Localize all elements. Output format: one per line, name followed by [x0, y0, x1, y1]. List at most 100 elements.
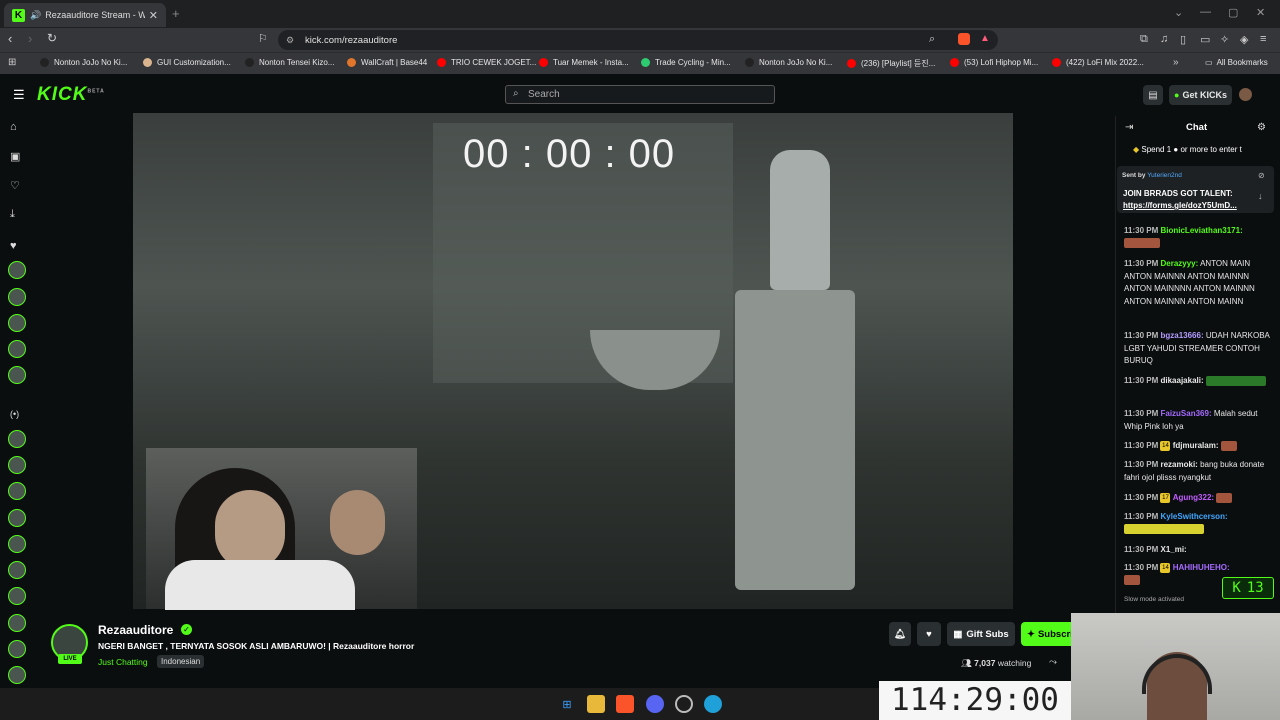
recommended-channel-avatar[interactable] — [8, 561, 26, 579]
tab-search-icon[interactable]: ⌄ — [1174, 6, 1183, 19]
site-info-icon[interactable]: ⚙ — [286, 35, 294, 46]
more-bookmarks-icon[interactable]: » — [1173, 57, 1179, 68]
chat-message[interactable]: 11:30 PM bgza13666: UDAH NARKOBA LGBT YA… — [1124, 330, 1270, 368]
kicks-coin-icon: ● — [1174, 90, 1180, 100]
apps-grid-icon[interactable]: ⊞ — [8, 57, 16, 68]
close-tab-icon[interactable]: ✕ — [149, 9, 158, 22]
following-icon[interactable]: ♡ — [10, 179, 20, 192]
all-bookmarks-folder[interactable]: ▭ All Bookmarks — [1205, 58, 1268, 67]
bookmark-page-icon[interactable]: ⚐ — [258, 32, 268, 45]
get-kicks-button[interactable]: ● Get KICKs — [1169, 85, 1232, 105]
emote-icon — [1216, 492, 1233, 503]
followed-channel-avatar[interactable] — [8, 288, 26, 306]
back-icon[interactable]: ‹ — [8, 31, 12, 46]
followed-channel-avatar[interactable] — [8, 261, 26, 279]
maximize-icon[interactable]: ▢ — [1228, 6, 1238, 19]
brave-browser-icon[interactable] — [616, 695, 634, 713]
language-tag[interactable]: Indonesian — [157, 655, 205, 668]
kick-counter-widget: K 13 — [1222, 577, 1274, 599]
hamburger-menu-icon[interactable]: ☰ — [13, 87, 25, 103]
channel-name[interactable]: Rezaauditore — [98, 623, 173, 637]
wallet-icon[interactable]: ▭ — [1200, 33, 1210, 46]
subathon-timer: 114:29:00 — [879, 681, 1071, 720]
edge-icon[interactable] — [704, 695, 722, 713]
followed-channel-avatar[interactable] — [8, 366, 26, 384]
emote-icon — [1124, 238, 1160, 249]
gift-subs-button[interactable]: ▦ Gift Subs — [947, 622, 1015, 646]
windows-start-icon[interactable]: ⊞ — [558, 695, 576, 713]
collapse-chat-icon[interactable]: ⇥ — [1125, 122, 1133, 133]
unpin-icon[interactable]: ⊘ — [1258, 171, 1265, 180]
chat-message[interactable]: 11:30 PM 17 Agung322: — [1124, 492, 1270, 505]
chat-message[interactable]: 11:30 PM FaizuSan369: Malah sedut Whip P… — [1124, 408, 1270, 433]
chat-message[interactable]: 11:30 PM 14 fdjmuralam: — [1124, 440, 1270, 453]
bookmark-item[interactable]: Trade Cycling - Min... — [641, 58, 731, 67]
follow-button[interactable]: ♥ — [917, 622, 941, 646]
chat-message[interactable]: 11:30 PM KyleSwithcerson: — [1124, 511, 1270, 536]
expand-pinned-icon[interactable]: ↓ — [1258, 191, 1263, 201]
recommended-channel-avatar[interactable] — [8, 535, 26, 553]
bookmark-item[interactable]: (422) LoFi Mix 2022... — [1052, 58, 1144, 67]
new-tab-button[interactable]: + — [172, 6, 180, 21]
recommended-channel-avatar[interactable] — [8, 456, 26, 474]
recommended-channel-avatar[interactable] — [8, 640, 26, 658]
recommended-channel-avatar[interactable] — [8, 509, 26, 527]
menu-icon[interactable]: ≡ — [1260, 33, 1266, 45]
emote-icon — [1220, 440, 1237, 451]
chat-message[interactable]: 11:30 PM rezamoki: bang buka donate fahr… — [1124, 459, 1270, 484]
minimize-icon[interactable]: — — [1200, 6, 1211, 18]
bookmark-item[interactable]: Nonton JoJo No Ki... — [40, 58, 127, 67]
brave-shield-icon[interactable] — [958, 33, 970, 45]
bookmark-item[interactable]: (236) [Playlist] 듣진... — [847, 58, 935, 69]
theater-mode-icon[interactable]: ▤ — [1143, 85, 1163, 105]
followed-channel-avatar[interactable] — [8, 340, 26, 358]
recommended-channel-avatar[interactable] — [8, 482, 26, 500]
vpn-icon[interactable]: ◈ — [1240, 33, 1248, 46]
user-avatar[interactable] — [1239, 88, 1252, 101]
chat-message[interactable]: 11:30 PM X1_mi: — [1124, 544, 1270, 557]
facecam-person-shirt — [165, 560, 355, 610]
chat-message[interactable]: 11:30 PM BionicLeviathan3171: — [1124, 225, 1270, 250]
home-icon[interactable]: ⌂ — [10, 121, 17, 133]
chat-message[interactable]: 11:30 PM dikaajakali: — [1124, 375, 1270, 388]
browser-tab[interactable]: K 🔊 Rezaauditore Stream - Watch ✕ — [4, 3, 166, 27]
bookmark-item[interactable]: Nonton JoJo No Ki... — [745, 58, 832, 67]
zoom-icon[interactable]: ⌕ — [929, 33, 935, 46]
reload-icon[interactable]: ↻ — [47, 31, 57, 45]
brave-rewards-icon[interactable]: ▲ — [980, 33, 990, 44]
chat-message[interactable]: 11:30 PM Derazyyy: ANTON MAIN ANTON MAIN… — [1124, 258, 1270, 308]
share-icon[interactable]: ⤳ — [1049, 657, 1057, 668]
bookmark-item[interactable]: Tuar Memek - Insta... — [539, 58, 629, 67]
url-text[interactable]: kick.com/rezaauditore — [305, 35, 397, 46]
browse-icon[interactable]: ▣ — [10, 150, 20, 163]
recommended-channel-avatar[interactable] — [8, 587, 26, 605]
bookmark-item[interactable]: (53) Lofi Hiphop Mi... — [950, 58, 1038, 67]
extensions-icon[interactable]: ⧉ — [1140, 33, 1148, 46]
kick-logo[interactable]: KICKBETA — [37, 84, 105, 106]
bookmark-item[interactable]: TRIO CEWEK JOGET... — [437, 58, 536, 67]
file-explorer-icon[interactable] — [587, 695, 605, 713]
recommended-channel-avatar[interactable] — [8, 666, 26, 684]
followed-channel-avatar[interactable] — [8, 314, 26, 332]
media-icon[interactable]: ♫ — [1160, 33, 1168, 45]
chat-settings-icon[interactable]: ⚙ — [1257, 122, 1266, 133]
obs-icon[interactable] — [675, 695, 693, 713]
clips-icon[interactable]: ⤓ — [10, 208, 15, 221]
speaker-icon[interactable]: 🔊 — [30, 10, 41, 21]
leo-icon[interactable]: ✧ — [1220, 33, 1229, 46]
bookmark-item[interactable]: Nonton Tensei Kizo... — [245, 58, 334, 67]
bookmark-item[interactable]: WallCraft | Base44 — [347, 58, 427, 67]
recommended-channel-avatar[interactable] — [8, 430, 26, 448]
close-window-icon[interactable]: ✕ — [1256, 6, 1265, 19]
discord-icon[interactable] — [646, 695, 664, 713]
recommended-channel-avatar[interactable] — [8, 614, 26, 632]
facecam-person2-face — [330, 490, 385, 555]
sidebar-toggle-icon[interactable]: ▯ — [1180, 33, 1186, 46]
bookmark-item[interactable]: GUI Customization... — [143, 58, 231, 67]
subscribe-button[interactable]: ✦Subscribe — [1021, 622, 1073, 646]
forward-icon[interactable]: › — [28, 31, 32, 46]
kicks-spend-banner[interactable]: ◆ Spend 1 ● or more to enter t — [1133, 145, 1278, 154]
category-link[interactable]: Just Chatting — [98, 657, 148, 667]
sub-badge-icon: 17 — [1160, 492, 1171, 503]
notification-bell-button[interactable]: 🔔︎ — [889, 622, 911, 646]
